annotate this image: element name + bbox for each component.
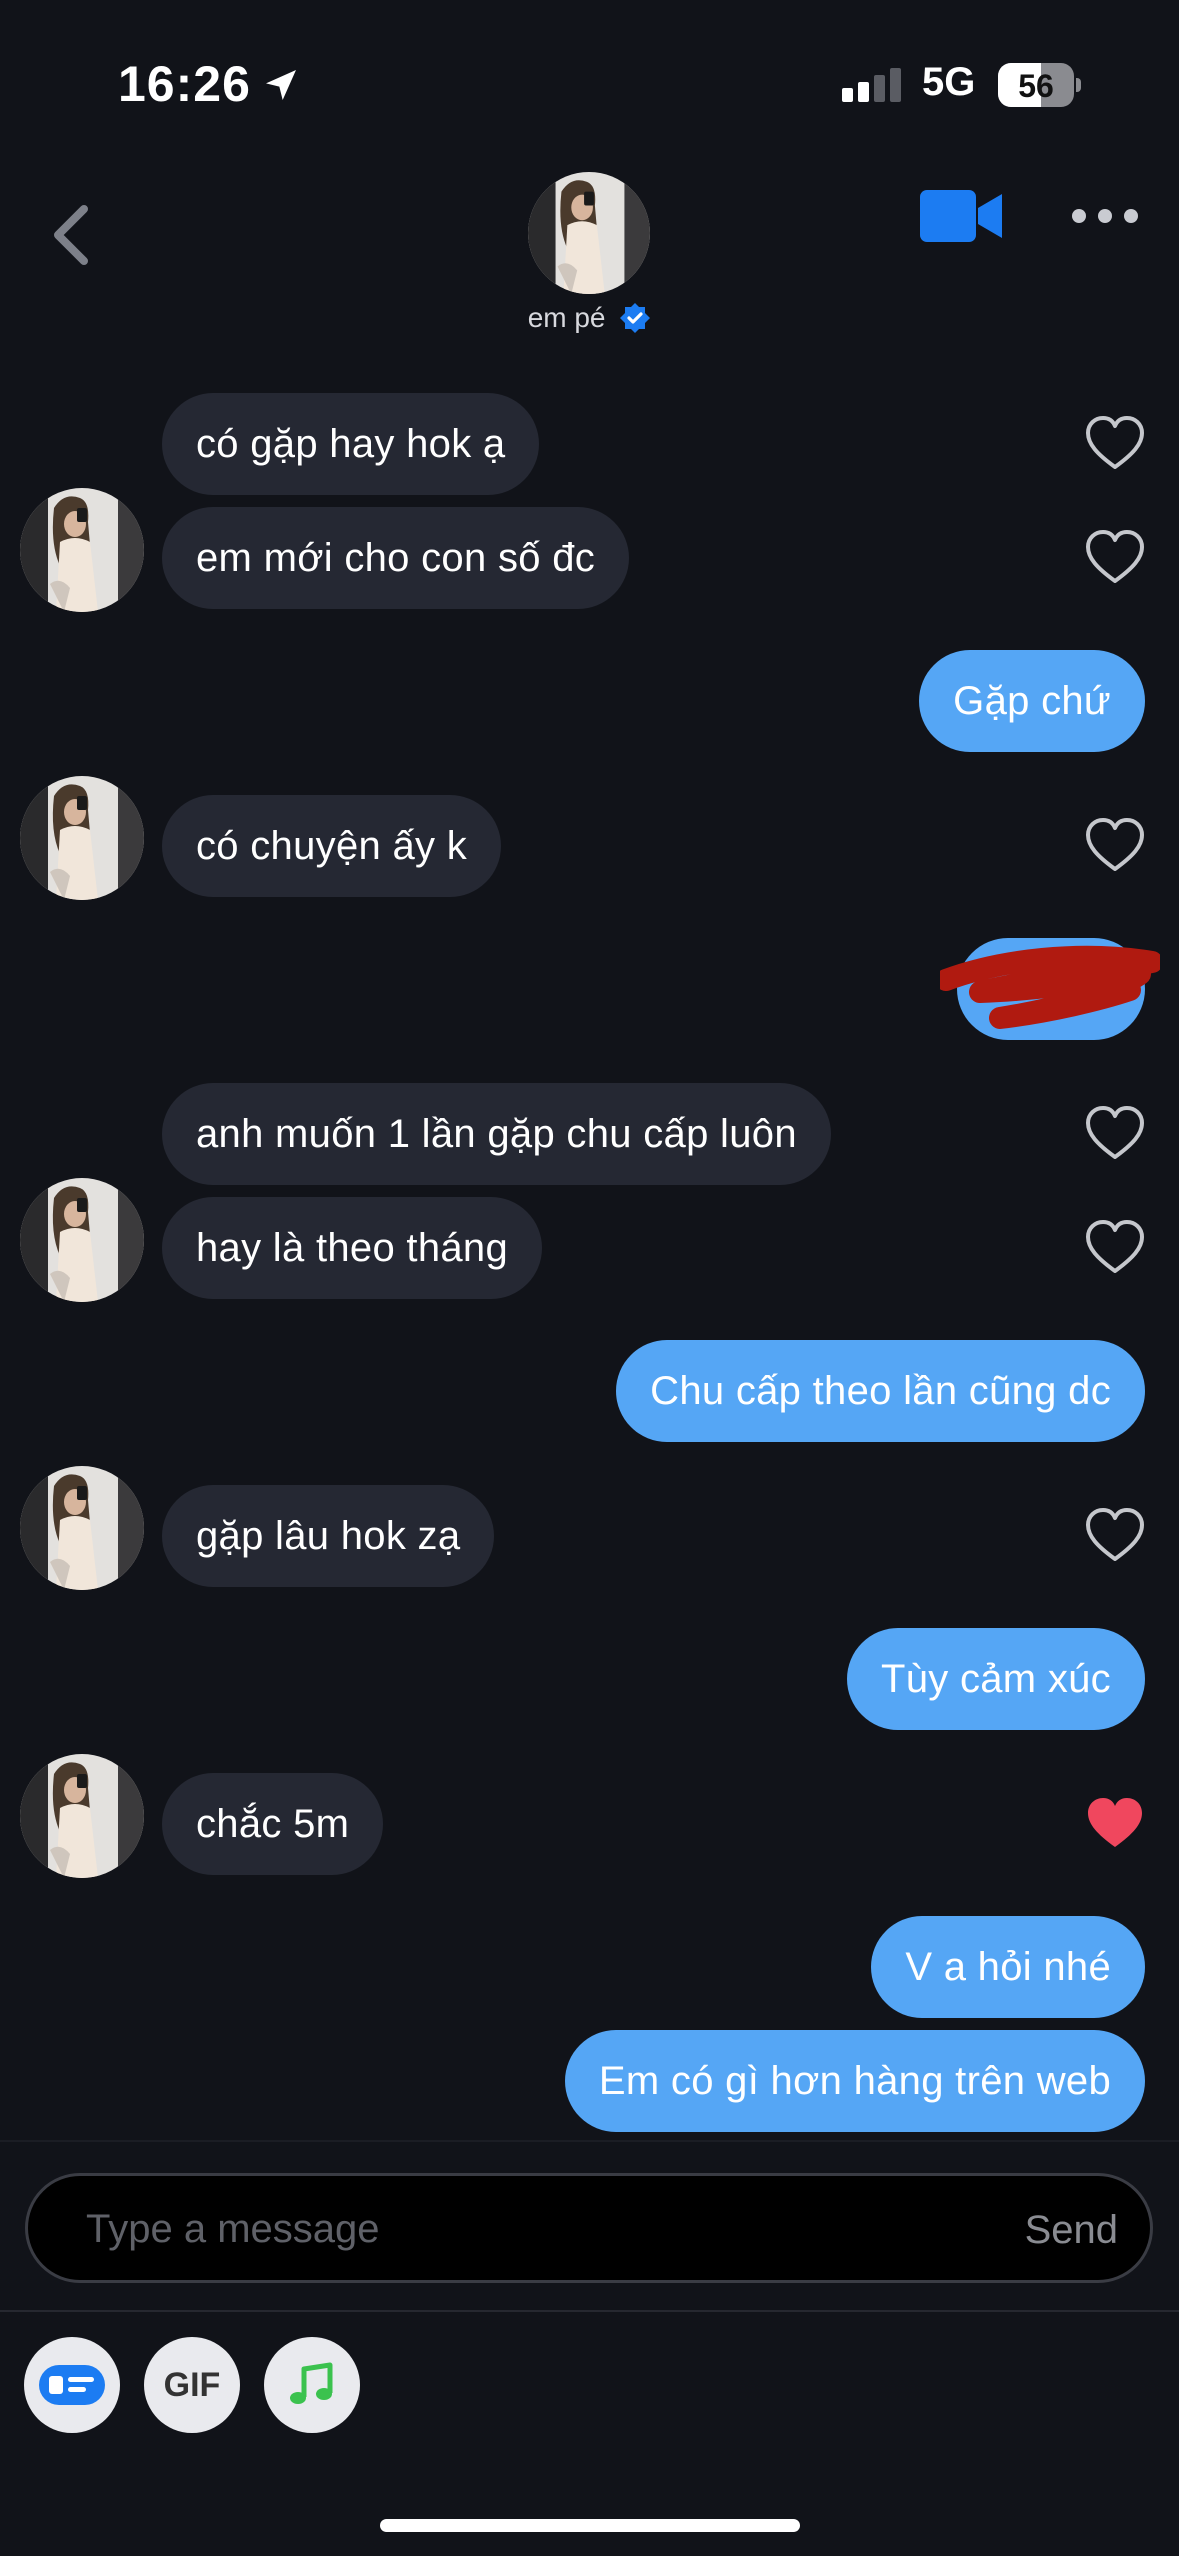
back-button[interactable]	[40, 195, 100, 275]
redaction-scribble	[940, 945, 1160, 1029]
verified-badge-icon	[620, 303, 651, 333]
battery-icon: 56	[998, 63, 1074, 107]
incoming-message-bubble[interactable]: chắc 5m	[162, 1773, 384, 1875]
divider	[0, 2310, 1179, 2312]
incoming-message-bubble[interactable]: có chuyện ấy k	[162, 795, 502, 897]
heart-outline-icon[interactable]	[1083, 1216, 1147, 1280]
outgoing-message-bubble[interactable]: Chu cấp theo lần cũng dc	[616, 1340, 1145, 1442]
incoming-message-bubble[interactable]: hay là theo tháng	[162, 1197, 543, 1299]
location-arrow-icon	[265, 70, 296, 100]
heart-filled-icon[interactable]	[1083, 1792, 1147, 1856]
incoming-message-bubble[interactable]: em mới cho con số đc	[162, 507, 630, 609]
home-indicator	[380, 2519, 800, 2532]
battery-percent: 56	[1018, 68, 1054, 104]
video-camera-icon	[920, 190, 1002, 242]
sender-avatar[interactable]	[20, 488, 144, 612]
outgoing-message-bubble[interactable]: V a hỏi nhé	[871, 1916, 1145, 2018]
outgoing-message-bubble[interactable]: Gặp chứ	[919, 650, 1145, 752]
cellular-signal-icon	[842, 68, 901, 102]
heart-outline-icon[interactable]	[1083, 814, 1147, 878]
more-options-button[interactable]	[1070, 196, 1140, 236]
message-composer: Send	[25, 2173, 1153, 2283]
contact-avatar[interactable]	[528, 172, 650, 294]
incoming-message-bubble[interactable]: anh muốn 1 lần gặp chu cấp luôn	[162, 1083, 831, 1185]
chevron-left-icon	[54, 205, 88, 265]
network-type: 5G	[922, 60, 976, 104]
sender-avatar[interactable]	[20, 1178, 144, 1302]
contact-name: em pé	[527, 302, 606, 333]
incoming-message-bubble[interactable]: có gặp hay hok ạ	[162, 393, 540, 495]
sender-avatar[interactable]	[20, 776, 144, 900]
heart-outline-icon[interactable]	[1083, 1504, 1147, 1568]
message-input[interactable]	[84, 2176, 948, 2282]
chat-card-icon	[39, 2365, 105, 2405]
gif-button[interactable]: GIF	[144, 2337, 240, 2433]
heart-outline-icon[interactable]	[1083, 1102, 1147, 1166]
incoming-message-bubble[interactable]: gặp lâu hok zạ	[162, 1485, 495, 1587]
ellipsis-icon	[1072, 209, 1138, 223]
video-call-button[interactable]	[920, 188, 1002, 244]
outgoing-message-bubble[interactable]: Tùy cảm xúc	[846, 1628, 1145, 1730]
heart-outline-icon[interactable]	[1083, 412, 1147, 476]
music-button[interactable]	[264, 2337, 360, 2433]
music-note-icon	[290, 2362, 333, 2404]
outgoing-message-bubble[interactable]: Em có gì hơn hàng trên web	[564, 2030, 1145, 2132]
sender-avatar[interactable]	[20, 1754, 144, 1878]
sender-avatar[interactable]	[20, 1466, 144, 1590]
send-button[interactable]: Send	[1025, 2208, 1118, 2253]
sticker-button[interactable]	[24, 2337, 120, 2433]
divider	[0, 2140, 1179, 2142]
heart-outline-icon[interactable]	[1083, 526, 1147, 590]
status-time: 16:26	[118, 56, 251, 112]
